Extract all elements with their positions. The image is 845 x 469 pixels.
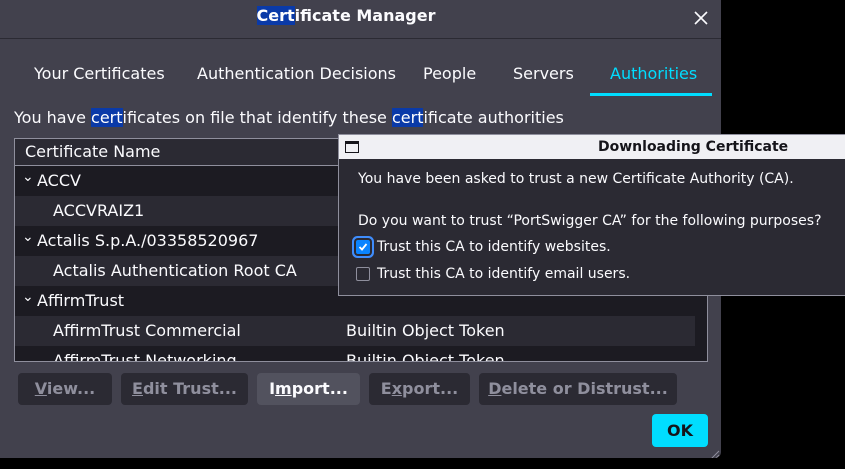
close-icon[interactable] (690, 7, 712, 29)
chevron-down-icon[interactable]: ⌄ (22, 169, 34, 185)
downloading-certificate-dialog: Downloading Certificate You have been as… (338, 134, 845, 296)
import-button[interactable]: Import... (257, 373, 360, 405)
export-button[interactable]: Export... (369, 373, 470, 405)
window-title: Certificate Manager (256, 6, 436, 25)
chevron-down-icon[interactable]: ⌄ (22, 289, 34, 305)
chevron-down-icon[interactable]: ⌄ (22, 229, 34, 245)
tab-servers[interactable]: Servers (513, 64, 574, 83)
tree-row-cert[interactable]: AffirmTrust Networking Builtin Object To… (15, 346, 695, 361)
resize-grip-icon[interactable] (708, 445, 720, 458)
dialog-titlebar[interactable]: Downloading Certificate (339, 135, 845, 159)
dialog-intro-text: You have been asked to trust a new Certi… (358, 171, 794, 187)
tree-row-cert[interactable]: AffirmTrust Commercial Builtin Object To… (15, 316, 695, 346)
edit-trust-button[interactable]: Edit Trust... (121, 373, 248, 405)
authorities-description: You have certificates on file that ident… (14, 108, 564, 127)
trust-email-label[interactable]: Trust this CA to identify email users. (377, 266, 630, 282)
delete-or-distrust-button[interactable]: Delete or Distrust... (479, 373, 677, 405)
tab-your-certificates[interactable]: Your Certificates (34, 64, 165, 83)
dialog-question-text: Do you want to trust “PortSwigger CA” fo… (358, 213, 822, 229)
tab-authentication-decisions[interactable]: Authentication Decisions (197, 64, 396, 83)
dialog-body: You have been asked to trust a new Certi… (339, 159, 845, 295)
trust-email-checkbox[interactable] (356, 267, 370, 281)
tab-authorities[interactable]: Authorities (610, 64, 697, 83)
checkmark-icon (358, 243, 368, 251)
window-icon (345, 141, 359, 153)
title-separator (0, 38, 721, 39)
tab-people[interactable]: People (423, 64, 476, 83)
ok-button[interactable]: OK (652, 414, 708, 447)
view-button[interactable]: View... (18, 373, 112, 405)
trust-websites-checkbox[interactable] (356, 240, 370, 254)
dialog-title: Downloading Certificate (598, 139, 789, 155)
selected-tab-indicator (590, 93, 712, 96)
trust-websites-label[interactable]: Trust this CA to identify websites. (377, 239, 611, 255)
column-header-certificate-name[interactable]: Certificate Name (25, 142, 160, 161)
